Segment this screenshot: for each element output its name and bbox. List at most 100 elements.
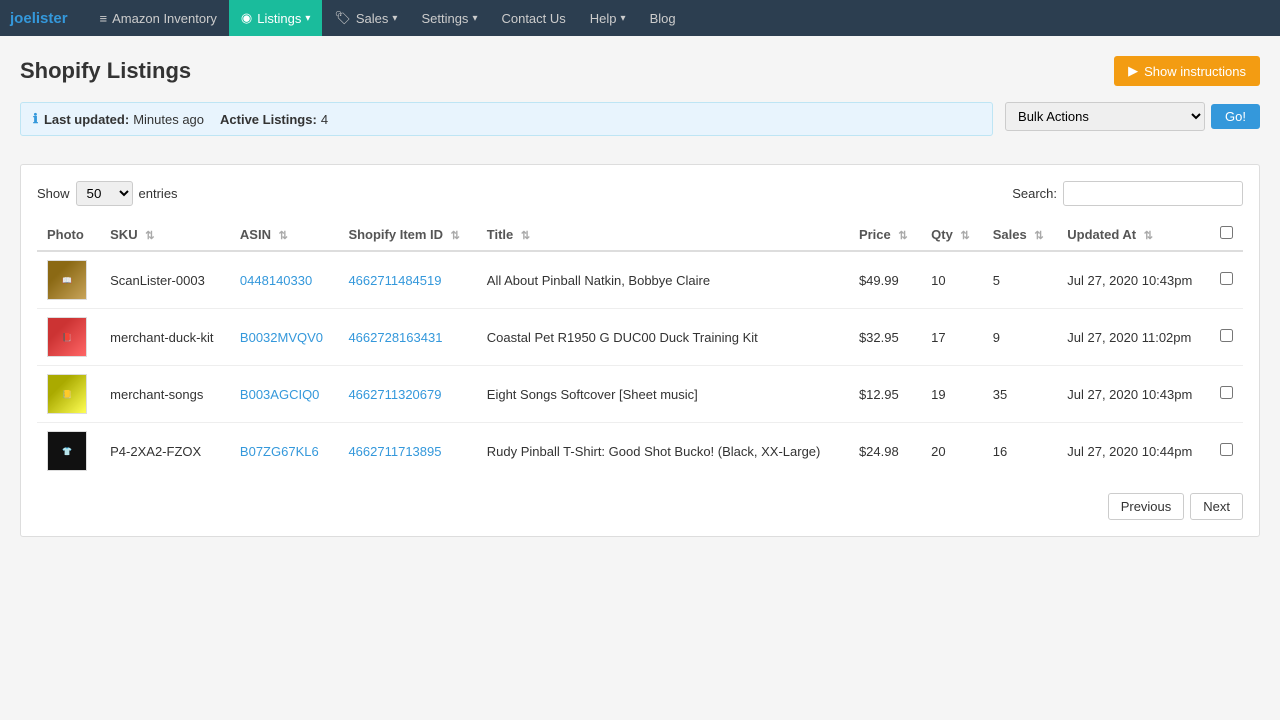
cell-qty: 20 bbox=[921, 423, 983, 480]
row-checkbox[interactable] bbox=[1220, 329, 1233, 342]
cell-select bbox=[1210, 366, 1243, 423]
brand-logo[interactable]: joelister bbox=[10, 10, 68, 27]
nav-item-blog[interactable]: Blog bbox=[638, 0, 688, 36]
listings-icon: ◉ bbox=[241, 10, 252, 26]
tag-icon: 🏷 bbox=[334, 10, 351, 26]
nav-item-label: Amazon Inventory bbox=[112, 11, 217, 26]
shopify-item-link[interactable]: 4662711484519 bbox=[348, 273, 441, 288]
cell-asin: 0448140330 bbox=[230, 251, 339, 309]
nav-item-label: Listings bbox=[257, 11, 301, 26]
col-header-price[interactable]: Price ⇅ bbox=[849, 218, 921, 251]
cell-updated-at: Jul 27, 2020 10:44pm bbox=[1057, 423, 1210, 480]
sort-icon: ⇅ bbox=[279, 230, 288, 242]
nav-item-settings[interactable]: Settings ▾ bbox=[409, 0, 489, 36]
last-updated-value: Minutes ago bbox=[133, 112, 204, 127]
asin-link[interactable]: B07ZG67KL6 bbox=[240, 444, 319, 459]
sort-icon: ⇅ bbox=[1034, 230, 1043, 242]
cell-select bbox=[1210, 251, 1243, 309]
search-area: Search: bbox=[1012, 181, 1243, 206]
bulk-actions-select[interactable]: Bulk Actions Delete Selected Export Sele… bbox=[1005, 102, 1205, 131]
play-icon: ▶ bbox=[1128, 63, 1138, 79]
nav-item-listings[interactable]: ◉ Listings ▾ bbox=[229, 0, 322, 36]
cell-updated-at: Jul 27, 2020 11:02pm bbox=[1057, 309, 1210, 366]
chevron-down-icon: ▾ bbox=[392, 13, 397, 24]
cell-title: Rudy Pinball T-Shirt: Good Shot Bucko! (… bbox=[477, 423, 849, 480]
asin-link[interactable]: B0032MVQV0 bbox=[240, 330, 323, 345]
col-header-select[interactable] bbox=[1210, 218, 1243, 251]
product-thumbnail: 📕 bbox=[47, 317, 87, 357]
go-button[interactable]: Go! bbox=[1211, 104, 1260, 129]
cell-sku: P4-2XA2-FZOX bbox=[100, 423, 230, 480]
col-header-photo[interactable]: Photo bbox=[37, 218, 100, 251]
cell-price: $49.99 bbox=[849, 251, 921, 309]
col-header-qty[interactable]: Qty ⇅ bbox=[921, 218, 983, 251]
chevron-down-icon: ▾ bbox=[621, 13, 626, 24]
select-all-checkbox[interactable] bbox=[1220, 226, 1233, 239]
active-listings-label: Active Listings: bbox=[220, 112, 317, 127]
brand-part2: lister bbox=[32, 10, 68, 27]
col-header-shopify-item-id[interactable]: Shopify Item ID ⇅ bbox=[338, 218, 476, 251]
nav-item-label: Sales bbox=[356, 11, 389, 26]
table-header-row: Photo SKU ⇅ ASIN ⇅ Shopify Item ID ⇅ Tit… bbox=[37, 218, 1243, 251]
last-updated-label: Last updated: bbox=[44, 112, 129, 127]
cell-shopify-item-id: 4662711713895 bbox=[338, 423, 476, 480]
list-icon: ≡ bbox=[100, 11, 108, 26]
show-entries-control: Show 50 25 100 entries bbox=[37, 181, 178, 206]
nav-item-label: Settings bbox=[421, 11, 468, 26]
table-row: 👕 P4-2XA2-FZOX B07ZG67KL6 4662711713895 … bbox=[37, 423, 1243, 480]
cell-title: All About Pinball Natkin, Bobbye Claire bbox=[477, 251, 849, 309]
cell-sku: merchant-songs bbox=[100, 366, 230, 423]
col-header-title[interactable]: Title ⇅ bbox=[477, 218, 849, 251]
table-row: 📕 merchant-duck-kit B0032MVQV0 466272816… bbox=[37, 309, 1243, 366]
active-listings-count: 4 bbox=[321, 112, 328, 127]
status-bar: ℹ Last updated: Minutes ago Active Listi… bbox=[20, 102, 993, 136]
cell-qty: 17 bbox=[921, 309, 983, 366]
asin-link[interactable]: B003AGCIQ0 bbox=[240, 387, 320, 402]
page-content: Shopify Listings ▶ Show instructions ℹ L… bbox=[0, 36, 1280, 557]
previous-button[interactable]: Previous bbox=[1108, 493, 1185, 520]
col-header-sku[interactable]: SKU ⇅ bbox=[100, 218, 230, 251]
nav-item-sales[interactable]: 🏷 Sales ▾ bbox=[322, 0, 409, 36]
next-button[interactable]: Next bbox=[1190, 493, 1243, 520]
brand-part1: joe bbox=[10, 10, 32, 27]
nav-item-amazon-inventory[interactable]: ≡ Amazon Inventory bbox=[88, 0, 229, 36]
cell-sku: merchant-duck-kit bbox=[100, 309, 230, 366]
cell-qty: 10 bbox=[921, 251, 983, 309]
shopify-item-link[interactable]: 4662711713895 bbox=[348, 444, 441, 459]
cell-sales: 35 bbox=[983, 366, 1058, 423]
col-header-updated-at[interactable]: Updated At ⇅ bbox=[1057, 218, 1210, 251]
nav-item-help[interactable]: Help ▾ bbox=[578, 0, 638, 36]
cell-sales: 16 bbox=[983, 423, 1058, 480]
nav-item-label: Blog bbox=[650, 11, 676, 26]
cell-photo: 📒 bbox=[37, 366, 100, 423]
table-controls: Show 50 25 100 entries Search: bbox=[37, 181, 1243, 206]
entries-select[interactable]: 50 25 100 bbox=[76, 181, 133, 206]
sort-icon: ⇅ bbox=[898, 230, 907, 242]
search-input[interactable] bbox=[1063, 181, 1243, 206]
col-header-asin[interactable]: ASIN ⇅ bbox=[230, 218, 339, 251]
sort-icon: ⇅ bbox=[451, 230, 460, 242]
row-checkbox[interactable] bbox=[1220, 386, 1233, 399]
cell-photo: 👕 bbox=[37, 423, 100, 480]
product-thumbnail: 📒 bbox=[47, 374, 87, 414]
cell-photo: 📖 bbox=[37, 251, 100, 309]
cell-price: $24.98 bbox=[849, 423, 921, 480]
col-header-sales[interactable]: Sales ⇅ bbox=[983, 218, 1058, 251]
asin-link[interactable]: 0448140330 bbox=[240, 273, 312, 288]
shopify-item-link[interactable]: 4662728163431 bbox=[348, 330, 442, 345]
cell-price: $32.95 bbox=[849, 309, 921, 366]
listings-table: Photo SKU ⇅ ASIN ⇅ Shopify Item ID ⇅ Tit… bbox=[37, 218, 1243, 479]
sort-icon: ⇅ bbox=[145, 230, 154, 242]
cell-price: $12.95 bbox=[849, 366, 921, 423]
cell-qty: 19 bbox=[921, 366, 983, 423]
product-thumbnail: 📖 bbox=[47, 260, 87, 300]
info-icon: ℹ bbox=[33, 111, 38, 127]
shopify-item-link[interactable]: 4662711320679 bbox=[348, 387, 441, 402]
show-instructions-button[interactable]: ▶ Show instructions bbox=[1114, 56, 1260, 86]
navbar: joelister ≡ Amazon Inventory ◉ Listings … bbox=[0, 0, 1280, 36]
row-checkbox[interactable] bbox=[1220, 443, 1233, 456]
row-checkbox[interactable] bbox=[1220, 272, 1233, 285]
cell-title: Eight Songs Softcover [Sheet music] bbox=[477, 366, 849, 423]
nav-item-contact-us[interactable]: Contact Us bbox=[489, 0, 577, 36]
cell-photo: 📕 bbox=[37, 309, 100, 366]
